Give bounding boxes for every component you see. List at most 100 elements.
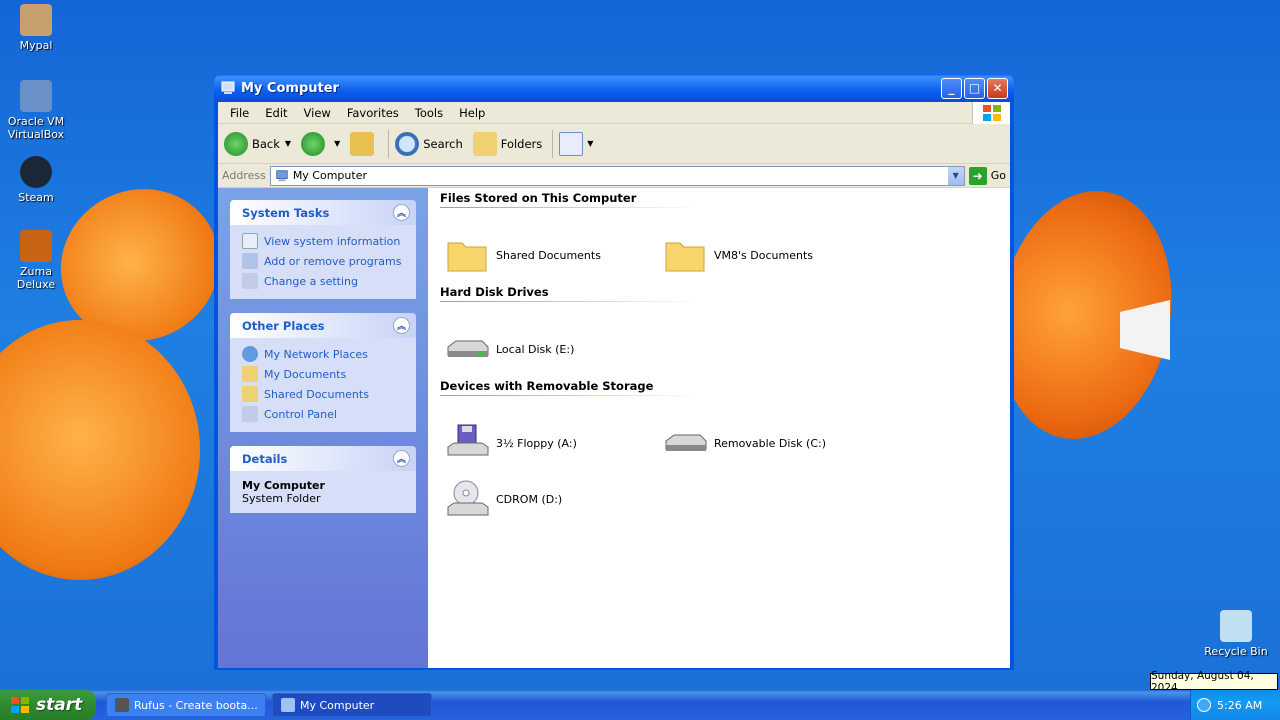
vm8-documents-item[interactable]: VM8's Documents <box>662 227 880 283</box>
view-system-information-link[interactable]: View system information <box>242 231 404 251</box>
computer-icon <box>221 81 235 94</box>
folder-icon <box>242 386 258 402</box>
system-tasks-header[interactable]: System Tasks ︽ <box>230 200 416 225</box>
window-title: My Computer <box>241 80 339 96</box>
clock[interactable]: 5:26 AM <box>1217 699 1262 712</box>
cdrom-icon <box>447 480 489 516</box>
menu-view[interactable]: View <box>296 106 339 120</box>
shared-documents-link[interactable]: Shared Documents <box>242 384 404 404</box>
group-title: Hard Disk Drives <box>440 285 700 302</box>
my-documents-link[interactable]: My Documents <box>242 364 404 384</box>
views-icon <box>559 131 584 156</box>
system-info-icon <box>242 233 258 249</box>
title-bar[interactable]: My Computer _ □ ✕ <box>214 74 1014 102</box>
desktop-icon-steam[interactable]: Steam <box>0 156 72 204</box>
maximize-button[interactable]: □ <box>964 77 985 99</box>
folders-button[interactable]: Folders <box>472 131 542 156</box>
desktop-icon-recycle-bin[interactable]: Recycle Bin <box>1200 610 1272 658</box>
desktop-icon-mypal[interactable]: Mypal <box>0 4 72 52</box>
chevron-down-icon[interactable]: ▼ <box>285 139 291 148</box>
task-pane: System Tasks ︽ View system information A… <box>218 188 428 668</box>
address-input[interactable]: My Computer ▼ <box>269 165 965 186</box>
toolbar: Back ▼ ▼ Search Folders ▼ <box>218 124 1010 164</box>
go-button[interactable]: ➜ Go <box>968 166 1006 185</box>
hard-disk-drives-group: Hard Disk Drives Local Disk (E:) <box>440 285 998 377</box>
forward-arrow-icon <box>301 131 326 156</box>
content-area: System Tasks ︽ View system information A… <box>218 188 1010 668</box>
control-panel-link[interactable]: Control Panel <box>242 404 404 424</box>
system-tray: 5:26 AM <box>1190 690 1280 720</box>
control-panel-icon <box>242 406 258 422</box>
add-remove-icon <box>242 253 258 269</box>
system-tasks-panel: System Tasks ︽ View system information A… <box>230 200 416 299</box>
virtualbox-icon <box>20 80 52 112</box>
chevron-down-icon[interactable]: ▼ <box>587 139 593 148</box>
other-places-header[interactable]: Other Places ︽ <box>230 313 416 338</box>
search-icon <box>395 131 420 156</box>
removable-storage-group: Devices with Removable Storage 3½ Floppy… <box>440 379 998 527</box>
close-icon: ✕ <box>992 81 1003 95</box>
views-button[interactable]: ▼ <box>559 131 593 156</box>
local-disk-e-item[interactable]: Local Disk (E:) <box>444 321 662 377</box>
collapse-icon[interactable]: ︽ <box>393 204 410 221</box>
back-button[interactable]: Back ▼ <box>224 131 291 156</box>
chevron-down-icon[interactable]: ▼ <box>334 139 340 148</box>
computer-icon <box>281 698 295 712</box>
tray-expand-icon[interactable] <box>1197 698 1211 712</box>
forward-button[interactable]: ▼ <box>301 131 340 156</box>
address-dropdown-button[interactable]: ▼ <box>947 166 964 185</box>
menu-file[interactable]: File <box>222 106 257 120</box>
recycle-bin-icon <box>1220 610 1252 642</box>
my-network-places-link[interactable]: My Network Places <box>242 344 404 364</box>
shared-documents-item[interactable]: Shared Documents <box>444 227 662 283</box>
details-panel: Details ︽ My Computer System Folder <box>230 446 416 513</box>
add-remove-programs-link[interactable]: Add or remove programs <box>242 251 404 271</box>
menu-help[interactable]: Help <box>451 106 493 120</box>
date-tooltip: Sunday, August 04, 2024 <box>1150 670 1278 694</box>
folders-icon <box>472 131 497 156</box>
folder-up-icon <box>350 131 375 156</box>
start-button[interactable]: start <box>0 690 96 720</box>
details-name: My Computer <box>242 479 325 492</box>
menu-favorites[interactable]: Favorites <box>339 106 407 120</box>
minimize-icon: _ <box>948 81 955 95</box>
go-arrow-icon: ➜ <box>968 166 987 185</box>
collapse-icon[interactable]: ︽ <box>393 450 410 467</box>
address-value: My Computer <box>292 169 367 182</box>
group-title: Devices with Removable Storage <box>440 379 700 396</box>
up-button[interactable] <box>350 131 378 156</box>
toolbar-separator <box>552 129 554 158</box>
taskbar-item-my-computer[interactable]: My Computer <box>272 693 432 717</box>
steam-icon <box>20 156 52 188</box>
removable-disk-icon <box>665 434 707 451</box>
windows-flag-icon <box>11 697 29 713</box>
close-button[interactable]: ✕ <box>987 77 1008 99</box>
wallpaper-fish <box>0 320 200 580</box>
hard-disk-icon <box>447 340 489 357</box>
menu-tools[interactable]: Tools <box>407 106 451 120</box>
back-arrow-icon <box>224 131 248 156</box>
documents-folder-icon <box>242 366 258 382</box>
menu-bar: File Edit View Favorites Tools Help <box>218 102 1010 124</box>
desktop-icon-virtualbox[interactable]: Oracle VM VirtualBox <box>0 80 72 141</box>
desktop-icon-zuma[interactable]: Zuma Deluxe <box>0 230 72 291</box>
cdrom-d-item[interactable]: CDROM (D:) <box>444 471 662 527</box>
taskbar-item-rufus[interactable]: Rufus - Create boota... <box>106 693 266 717</box>
other-places-panel: Other Places ︽ My Network Places My Docu… <box>230 313 416 432</box>
details-header[interactable]: Details ︽ <box>230 446 416 471</box>
maximize-icon: □ <box>968 81 981 95</box>
change-setting-link[interactable]: Change a setting <box>242 271 404 291</box>
group-title: Files Stored on This Computer <box>440 191 700 208</box>
computer-icon <box>276 169 288 181</box>
taskbar: start Rufus - Create boota... My Compute… <box>0 690 1280 720</box>
details-type: System Folder <box>242 492 321 505</box>
menu-edit[interactable]: Edit <box>257 106 295 120</box>
collapse-icon[interactable]: ︽ <box>393 317 410 334</box>
network-icon <box>242 346 258 362</box>
search-button[interactable]: Search <box>395 131 463 156</box>
mypal-icon <box>20 4 52 36</box>
minimize-button[interactable]: _ <box>941 77 962 99</box>
removable-disk-c-item[interactable]: Removable Disk (C:) <box>662 415 880 471</box>
floppy-a-item[interactable]: 3½ Floppy (A:) <box>444 415 662 471</box>
zuma-icon <box>20 230 52 262</box>
